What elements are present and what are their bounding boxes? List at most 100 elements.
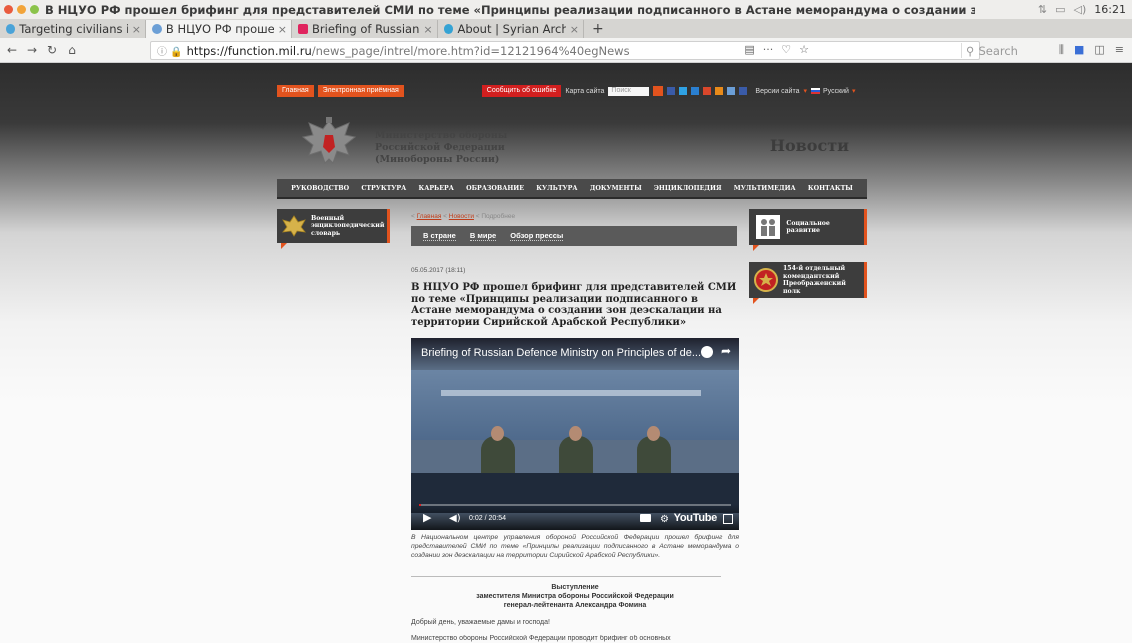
close-tab-icon[interactable]: × — [570, 23, 579, 36]
system-clock[interactable]: 16:21 — [1094, 3, 1126, 16]
section-title: Новости — [769, 136, 849, 155]
double-headed-eagle-emblem[interactable] — [299, 115, 359, 173]
window-controls — [4, 5, 39, 14]
youtube-logo[interactable]: YouTube — [674, 512, 718, 524]
social-icon[interactable] — [703, 87, 712, 95]
social-development-banner[interactable]: Социальное развитие — [749, 209, 867, 245]
video-figure — [637, 426, 671, 478]
play-icon[interactable]: ▶ — [423, 511, 431, 524]
video-title[interactable]: Briefing of Russian Defence Ministry on … — [421, 347, 701, 359]
window-title: В НЦУО РФ прошел брифинг для представите… — [45, 2, 975, 17]
web-page: Главная Электронная приёмная Сообщить об… — [0, 63, 1132, 643]
volume-icon[interactable]: ◁) — [1074, 3, 1087, 16]
tab-label: Targeting civilians in — [19, 22, 128, 36]
lock-icon[interactable]: ⓘ 🔒 — [157, 43, 183, 58]
library-icon[interactable]: ⫼ — [1059, 43, 1064, 57]
reader-view-icon[interactable]: ▤ — [744, 43, 754, 56]
page-actions-icon[interactable]: ··· — [763, 43, 774, 56]
ministry-name[interactable]: Министерство обороны Российской Федераци… — [375, 130, 507, 166]
social-icon[interactable] — [727, 87, 736, 95]
tab-youtube-briefing[interactable]: Briefing of Russian × — [292, 20, 438, 38]
youtube-video-player[interactable]: Briefing of Russian Defence Ministry on … — [411, 338, 739, 530]
network-icon[interactable]: ⇅ — [1038, 3, 1047, 16]
pocket-icon[interactable]: ♡ — [781, 43, 791, 56]
home-link[interactable]: Главная — [277, 85, 314, 97]
divider — [411, 576, 721, 577]
social-icon[interactable] — [679, 87, 688, 95]
extension-icon[interactable]: ■ — [1074, 43, 1084, 57]
menu-icon[interactable]: ≡ — [1115, 43, 1124, 57]
sitemap-link[interactable]: Карта сайта — [565, 88, 604, 95]
tab-syrian-archive[interactable]: About | Syrian Archi × — [438, 20, 584, 38]
encyclopedia-banner[interactable]: Военный энциклопедический словарь — [277, 209, 390, 243]
language-selector[interactable]: Русский ▾ — [810, 87, 856, 95]
regiment-banner[interactable]: 154-й отдельный комендантский Преображен… — [749, 262, 867, 298]
chevron-down-icon: ▾ — [851, 88, 856, 95]
tab-targeting-civilians[interactable]: Targeting civilians in × — [0, 20, 146, 38]
breadcrumb-current: Подробнее — [481, 213, 516, 220]
fullscreen-icon[interactable] — [723, 514, 733, 524]
tab-mil-ru[interactable]: В НЦУО РФ проше × — [146, 20, 292, 38]
close-tab-icon[interactable]: × — [132, 23, 141, 36]
forward-arrow-icon[interactable]: → — [24, 43, 40, 57]
close-tab-icon[interactable]: × — [278, 23, 287, 36]
video-progress-fill — [419, 504, 421, 506]
video-progress-bar[interactable] — [419, 504, 731, 506]
address-bar[interactable]: ⓘ 🔒 https://function.mil.ru /news_page/i… — [150, 41, 1018, 60]
new-tab-button[interactable]: + — [584, 20, 612, 38]
social-icon[interactable] — [691, 87, 700, 95]
site-versions-link[interactable]: Версии сайта — [755, 88, 799, 95]
close-window-button[interactable] — [4, 5, 13, 14]
close-tab-icon[interactable]: × — [423, 23, 432, 36]
article-date: 05.05.2017 (18:11) — [411, 267, 466, 274]
tab-press-review[interactable]: Обзор прессы — [510, 231, 564, 241]
nav-item-contacts[interactable]: КОНТАКТЫ — [808, 185, 853, 192]
sidebar-icon[interactable]: ◫ — [1094, 43, 1104, 57]
video-figure — [559, 426, 593, 478]
reload-icon[interactable]: ↻ — [44, 43, 60, 57]
social-icon[interactable] — [715, 87, 724, 95]
banner-tail — [753, 298, 759, 304]
breadcrumb-separator: < — [411, 213, 415, 220]
report-error-button[interactable]: Сообщить об ошибке — [481, 85, 562, 97]
nav-item-structure[interactable]: СТРУКТУРА — [361, 185, 406, 192]
tab-in-world[interactable]: В мире — [469, 231, 497, 241]
breadcrumb-home[interactable]: Главная — [417, 213, 442, 220]
social-icon[interactable] — [667, 87, 676, 95]
reception-link[interactable]: Электронная приёмная — [317, 85, 404, 97]
tab-in-country[interactable]: В стране — [423, 231, 456, 241]
banner-tail — [753, 245, 759, 251]
video-figure — [481, 426, 515, 478]
bookmark-star-icon[interactable]: ☆ — [799, 43, 809, 56]
nav-item-career[interactable]: КАРЬЕРА — [418, 185, 453, 192]
social-icon[interactable] — [739, 87, 748, 95]
settings-gear-icon[interactable]: ⚙ — [660, 514, 669, 525]
captions-icon[interactable] — [640, 514, 651, 522]
minimize-window-button[interactable] — [17, 5, 26, 14]
maximize-window-button[interactable] — [30, 5, 39, 14]
chevron-down-icon[interactable]: ▾ — [803, 87, 807, 95]
site-search-input[interactable]: Поиск — [608, 86, 650, 96]
watch-later-icon[interactable] — [701, 346, 713, 358]
nav-item-multimedia[interactable]: МУЛЬТИМЕДИА — [734, 185, 796, 192]
share-icon[interactable]: ➦ — [721, 344, 731, 358]
youtube-favicon — [298, 24, 308, 34]
ministry-line: Российской Федерации — [375, 142, 505, 153]
regiment-badge-icon — [753, 267, 779, 293]
volume-icon[interactable]: ◀) — [449, 513, 461, 524]
nav-item-culture[interactable]: КУЛЬТУРА — [536, 185, 577, 192]
battery-icon[interactable]: ▭ — [1055, 3, 1065, 16]
search-go-button[interactable] — [653, 86, 664, 96]
breadcrumb-separator: < — [443, 213, 447, 220]
regiment-label: 154-й отдельный комендантский Преображен… — [783, 265, 846, 295]
article-paragraph: Министерство обороны Российской Федераци… — [411, 635, 671, 642]
breadcrumb-news[interactable]: Новости — [449, 213, 474, 220]
nav-item-encyclopedia[interactable]: ЭНЦИКЛОПЕДИЯ — [654, 185, 722, 192]
article-headline: В НЦУО РФ прошел брифинг для представите… — [411, 282, 737, 328]
nav-item-education[interactable]: ОБРАЗОВАНИЕ — [466, 185, 524, 192]
top-utility-strip: Главная Электронная приёмная Сообщить об… — [277, 85, 855, 97]
nav-item-documents[interactable]: ДОКУМЕНТЫ — [590, 185, 642, 192]
home-icon[interactable]: ⌂ — [64, 43, 80, 57]
back-arrow-icon[interactable]: ← — [4, 43, 20, 57]
nav-item-leadership[interactable]: РУКОВОДСТВО — [291, 185, 349, 192]
